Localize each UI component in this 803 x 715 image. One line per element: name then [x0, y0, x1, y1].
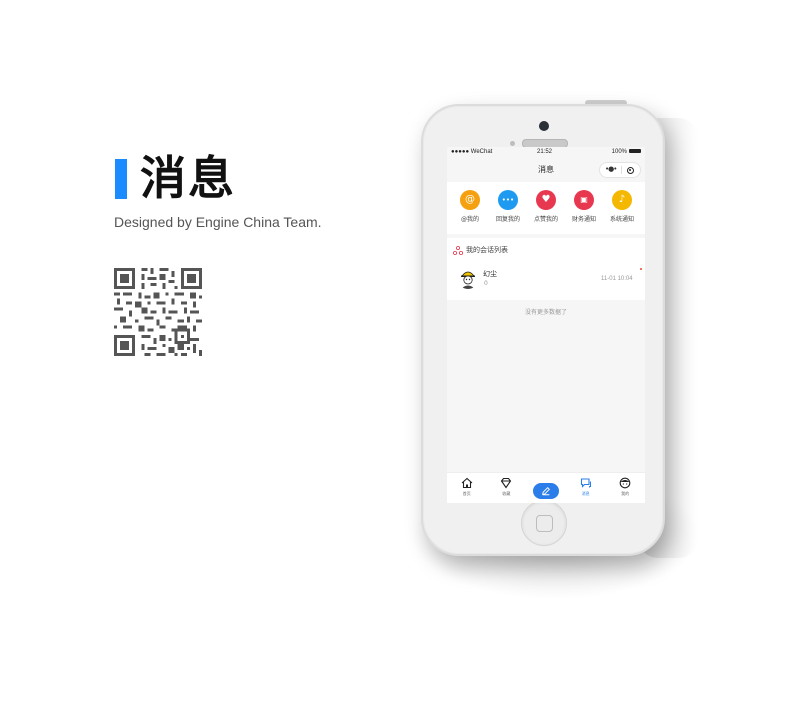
conversation-list: 我的会话列表 幻尘 0 11-01 10:04 [447, 238, 645, 300]
nav-bar: 消息 •●• [447, 158, 645, 182]
quick-action-label: 系统通知 [609, 216, 634, 223]
conversation-name: 幻尘 [483, 270, 497, 278]
quick-action-label: 回复我的 [495, 216, 520, 223]
miniprogram-capsule: •●• [599, 162, 641, 178]
pen-icon [542, 487, 550, 496]
quick-action-system[interactable]: ♪ 系统通知 [604, 182, 640, 234]
quick-action-label: 财务通知 [571, 216, 596, 223]
tab-favorites[interactable]: 收藏 [491, 473, 521, 503]
tab-label: 我的 [621, 491, 630, 496]
conversation-list-header: 我的会话列表 [453, 245, 508, 255]
diamond-icon [501, 477, 512, 489]
designer-credit: Designed by Engine China Team. [114, 214, 322, 230]
phone-sensor [510, 141, 515, 146]
title-accent-bar [115, 159, 127, 199]
no-more-data-label: 没有更多数据了 [524, 309, 567, 316]
tab-label: 收藏 [502, 491, 511, 496]
unread-dot [640, 268, 642, 270]
more-dots-icon[interactable]: •●• [605, 165, 617, 173]
unread-count: 0 [484, 280, 488, 287]
quick-actions: @ @我的 ••• 回复我的 ♥ 点赞我的 ▣ 财务通知 ♪ 系统通知 [447, 182, 645, 234]
quick-action-label: @我的 [460, 216, 479, 223]
tab-messages[interactable]: 消息 [571, 473, 601, 503]
at-icon: @ [460, 190, 480, 210]
phone-screen: ●●●●● WeChat 21:52 100% 消息 •●• @ @我的 •••… [447, 147, 645, 503]
qr-code-icon [114, 268, 202, 356]
conversation-row[interactable]: 幻尘 0 11-01 10:04 [447, 263, 645, 293]
bell-icon: ♪ [612, 190, 632, 210]
message-icon [580, 478, 591, 488]
target-circle-icon[interactable] [627, 167, 634, 174]
worker-avatar-icon [457, 267, 479, 289]
conversation-time: 11-01 10:04 [601, 276, 633, 282]
battery-icon [629, 149, 641, 154]
tab-compose[interactable] [531, 473, 561, 503]
quick-action-likes[interactable]: ♥ 点赞我的 [528, 182, 564, 234]
clock: 21:52 [537, 149, 553, 155]
tab-bar: 首页 收藏 消息 我的 [447, 472, 645, 503]
wallet-icon: ▣ [574, 190, 594, 210]
quick-action-label: 点赞我的 [533, 216, 558, 223]
phone-camera [539, 121, 549, 131]
conversation-list-title: 我的会话列表 [466, 246, 508, 254]
heart-icon: ♥ [536, 190, 556, 210]
face-icon [619, 477, 631, 489]
tab-label: 消息 [581, 491, 590, 496]
home-icon [461, 477, 473, 489]
page-heading: 消息 [140, 151, 236, 205]
phone-home-button[interactable] [521, 500, 567, 546]
capsule-divider [621, 166, 622, 174]
tab-profile[interactable]: 我的 [610, 473, 640, 503]
battery-percent: 100% [611, 149, 627, 155]
quick-action-replies[interactable]: ••• 回复我的 [490, 182, 526, 234]
tab-label: 首页 [462, 491, 471, 496]
chat-bubble-icon: ••• [498, 190, 518, 210]
tab-home[interactable]: 首页 [452, 473, 482, 503]
quick-action-at-me[interactable]: @ @我的 [452, 182, 488, 234]
status-bar: ●●●●● WeChat 21:52 100% [447, 147, 645, 158]
quick-action-finance[interactable]: ▣ 财务通知 [566, 182, 602, 234]
conversation-icon [453, 245, 463, 255]
compose-button[interactable] [532, 483, 559, 499]
carrier-label: ●●●●● WeChat [451, 149, 493, 155]
battery-indicator: 100% [612, 149, 641, 155]
